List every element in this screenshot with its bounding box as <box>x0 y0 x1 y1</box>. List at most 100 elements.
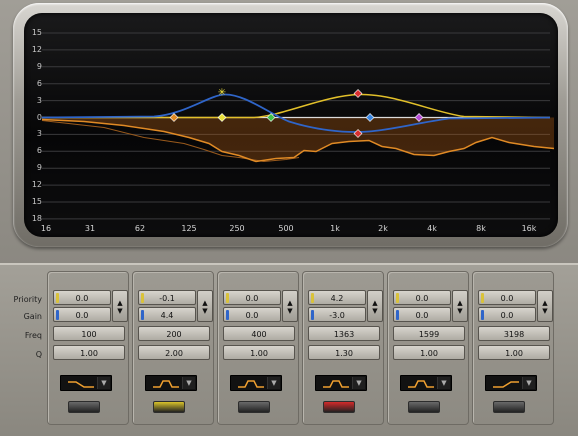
band-6-stepper[interactable]: ▲ ▼ <box>537 290 553 322</box>
band-1-enable-button[interactable] <box>68 401 100 413</box>
band-2-strip: -0.1 4.4 ▲ ▼ 200 2.00 ▼ <box>132 271 214 425</box>
band-4-stepper[interactable]: ▲ ▼ <box>367 290 383 322</box>
band-2-shape-select[interactable]: ▼ <box>145 375 197 391</box>
high-shelf-icon <box>493 381 519 388</box>
y-tick-label: 12 <box>31 44 42 54</box>
shape-glyph <box>238 380 264 388</box>
priority-indicator <box>311 293 314 303</box>
band-5-q-field[interactable]: 1.00 <box>393 345 465 360</box>
chevron-down-icon: ▼ <box>267 377 280 389</box>
stepper-arrows-icon: ▲ ▼ <box>117 299 123 315</box>
x-tick-label: 8k <box>476 224 486 233</box>
band-4-q-field[interactable]: 1.30 <box>308 345 380 360</box>
priority-indicator <box>481 293 484 303</box>
band-3-enable-button[interactable] <box>238 401 270 413</box>
band-2-priority-field[interactable]: -0.1 <box>138 290 196 305</box>
band-1-q-field[interactable]: 1.00 <box>53 345 125 360</box>
band-4-priority-field[interactable]: 4.2 <box>308 290 366 305</box>
band-5-freq-value: 1599 <box>418 330 440 339</box>
band-1-gain-value: 0.0 <box>75 311 89 320</box>
band-3-strip: 0.0 0.0 ▲ ▼ 400 1.00 ▼ <box>217 271 299 425</box>
gain-indicator <box>226 310 229 320</box>
x-tick-label: 62 <box>134 224 146 233</box>
y-tick-label: 12 <box>31 180 42 190</box>
chevron-down-icon: ▼ <box>97 377 110 389</box>
band-1-priority-field[interactable]: 0.0 <box>53 290 111 305</box>
x-tick-label: 16k <box>521 224 537 233</box>
low-shelf-icon <box>68 381 94 388</box>
band-4-priority-value: 4.2 <box>330 294 344 303</box>
band-1-freq-field[interactable]: 100 <box>53 326 125 341</box>
bell-icon <box>153 380 179 388</box>
band-4-freq-field[interactable]: 1363 <box>308 326 380 341</box>
band-5-stepper[interactable]: ▲ ▼ <box>452 290 468 322</box>
y-tick-label: 9 <box>36 163 42 173</box>
band-5-freq-field[interactable]: 1599 <box>393 326 465 341</box>
band-2-gain-field[interactable]: 4.4 <box>138 307 196 322</box>
band-4-gain-field[interactable]: -3.0 <box>308 307 366 322</box>
band-1-stepper[interactable]: ▲ ▼ <box>112 290 128 322</box>
band-6-priority-field[interactable]: 0.0 <box>478 290 536 305</box>
band-6-shape-select[interactable]: ▼ <box>485 375 537 391</box>
band-6-strip: 0.0 0.0 ▲ ▼ 3198 1.00 ▼ <box>472 271 554 425</box>
band-3-freq-field[interactable]: 400 <box>223 326 295 341</box>
x-tick-label: 4k <box>427 224 437 233</box>
band-6-enable-button[interactable] <box>493 401 525 413</box>
shape-glyph <box>493 381 519 388</box>
x-tick-label: 250 <box>229 224 245 233</box>
band-2-peak-handle[interactable]: ✳ <box>218 88 226 99</box>
band-4-enable-button[interactable] <box>323 401 355 413</box>
y-tick-label: 0 <box>36 112 42 122</box>
band-5-shape-select[interactable]: ▼ <box>400 375 452 391</box>
band-3-priority-value: 0.0 <box>245 294 259 303</box>
priority-indicator <box>141 293 144 303</box>
band-control-panel: Priority Gain Freq Q 0.0 0.0 ▲ ▼ 100 1.00 ▼ -0.… <box>0 263 578 436</box>
composite-curve-yellow <box>42 93 551 119</box>
shape-glyph <box>408 380 434 388</box>
band-2-enable-button[interactable] <box>153 401 185 413</box>
shape-glyph <box>68 381 94 388</box>
band-3-gain-value: 0.0 <box>245 311 259 320</box>
band-6-freq-field[interactable]: 3198 <box>478 326 550 341</box>
band-6-gain-field[interactable]: 0.0 <box>478 307 536 322</box>
chevron-down-icon: ▼ <box>522 377 535 389</box>
band-2-stepper[interactable]: ▲ ▼ <box>197 290 213 322</box>
gain-row-label: Gain <box>23 312 42 321</box>
eq-graph-svg[interactable]: ✳ <box>24 13 558 237</box>
band-4-shape-select[interactable]: ▼ <box>315 375 367 391</box>
y-tick-label: 3 <box>36 129 42 139</box>
band-2-priority-value: -0.1 <box>159 294 175 303</box>
y-tick-label: 3 <box>36 95 42 105</box>
y-tick-label: 15 <box>31 28 42 37</box>
band-6-q-field[interactable]: 1.00 <box>478 345 550 360</box>
band-1-strip: 0.0 0.0 ▲ ▼ 100 1.00 ▼ <box>47 271 129 425</box>
band-3-priority-field[interactable]: 0.0 <box>223 290 281 305</box>
band-3-stepper[interactable]: ▲ ▼ <box>282 290 298 322</box>
band-5-gain-value: 0.0 <box>415 311 429 320</box>
band-1-q-value: 1.00 <box>80 349 98 358</box>
band-2-q-field[interactable]: 2.00 <box>138 345 210 360</box>
bell-icon <box>323 380 349 388</box>
band-5-enable-button[interactable] <box>408 401 440 413</box>
y-tick-label: 6 <box>36 78 42 88</box>
priority-indicator <box>396 293 399 303</box>
band-4-handle[interactable] <box>353 89 363 98</box>
band-1-shape-select[interactable]: ▼ <box>60 375 112 391</box>
band-4-freq-value: 1363 <box>333 330 355 339</box>
band-1-priority-value: 0.0 <box>75 294 89 303</box>
band-2-freq-field[interactable]: 200 <box>138 326 210 341</box>
band-2-q-value: 2.00 <box>165 349 183 358</box>
band-5-priority-field[interactable]: 0.0 <box>393 290 451 305</box>
band-3-q-field[interactable]: 1.00 <box>223 345 295 360</box>
band-3-gain-field[interactable]: 0.0 <box>223 307 281 322</box>
band-4-gain-value: -3.0 <box>329 311 345 320</box>
priority-indicator <box>226 293 229 303</box>
x-tick-label: 500 <box>278 224 294 233</box>
band-5-gain-field[interactable]: 0.0 <box>393 307 451 322</box>
x-tick-label: 16 <box>40 224 52 233</box>
band-3-shape-select[interactable]: ▼ <box>230 375 282 391</box>
q-row-label: Q <box>35 350 42 359</box>
eq-plugin-window: ✳ 15 12 9 6 3 0 3 6 9 12 15 18 16 31 62 125 250 500 1k 2k 4… <box>0 0 578 436</box>
eq-graph-display[interactable]: ✳ 15 12 9 6 3 0 3 6 9 12 15 18 16 31 62 125 250 500 1k 2k 4… <box>24 13 558 237</box>
band-1-gain-field[interactable]: 0.0 <box>53 307 111 322</box>
